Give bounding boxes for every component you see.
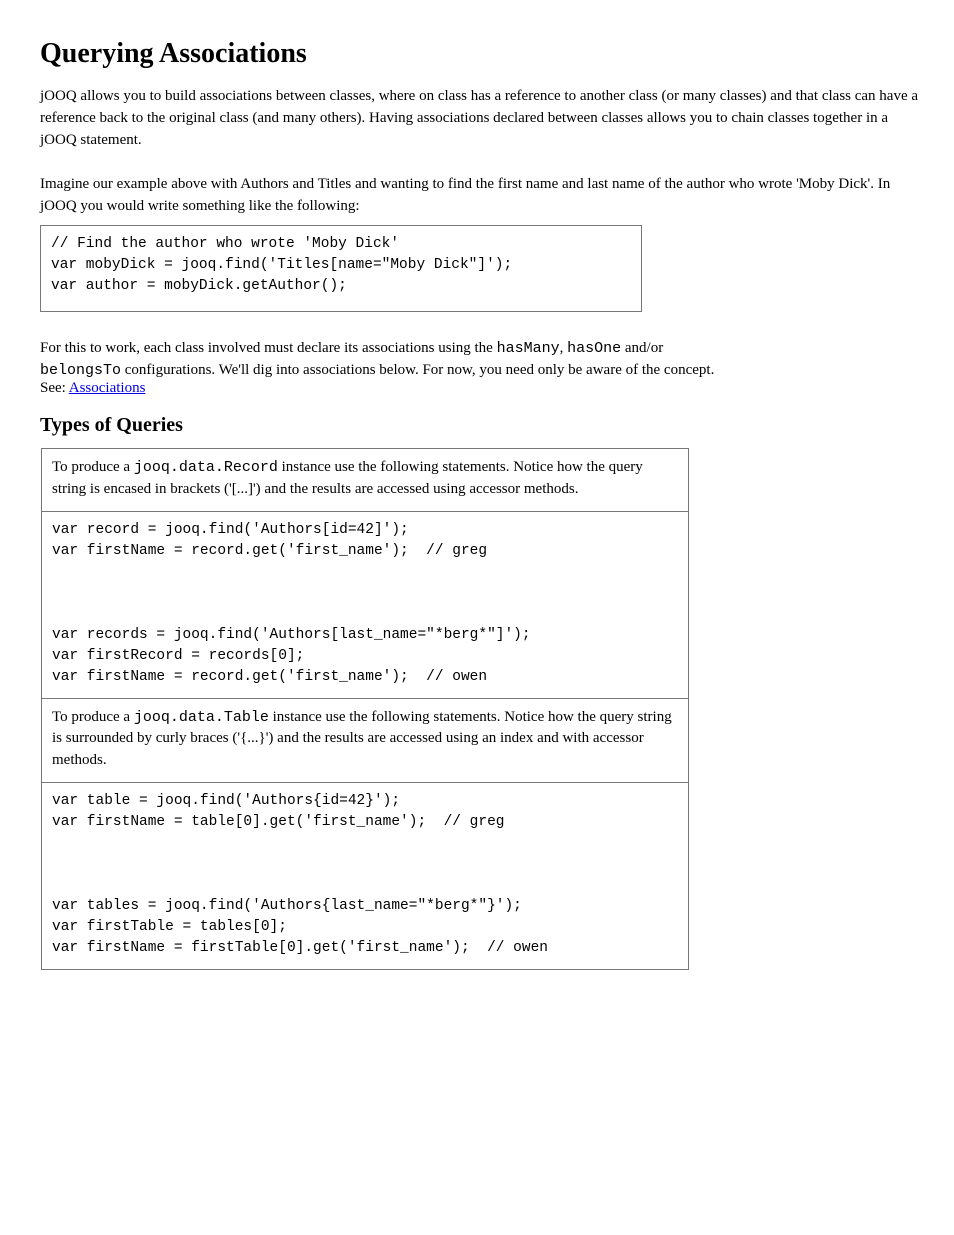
inline-code-hasmany: hasMany	[497, 340, 560, 357]
inline-code-hasone: hasOne	[567, 340, 621, 357]
row2-desc-pre: To produce a	[52, 709, 134, 725]
row1-code: var record = jooq.find('Authors[id=42]')…	[52, 520, 678, 688]
row2-code: var table = jooq.find('Authors{id=42}');…	[52, 791, 678, 959]
page-title: Querying Associations	[40, 38, 307, 70]
table-row: var record = jooq.find('Authors[id=42]')…	[42, 511, 689, 698]
explain-text-2: configurations. We'll dig into associati…	[121, 362, 714, 378]
row1-description-cell: To produce a jooq.data.Record instance u…	[42, 449, 689, 512]
table-row: To produce a jooq.data.Table instance us…	[42, 698, 689, 782]
row2-code-cell: var table = jooq.find('Authors{id=42}');…	[42, 782, 689, 969]
explain-line-1: For this to work, each class involved mu…	[40, 340, 663, 357]
explain-text-1b: ,	[560, 340, 568, 356]
code-top: // Find the author who wrote 'Moby Dick'…	[51, 234, 631, 297]
intro-paragraph-2: Imagine our example above with Authors a…	[40, 174, 920, 218]
row1-desc-pre: To produce a	[52, 459, 134, 475]
inline-code-belongsto: belongsTo	[40, 362, 121, 379]
types-heading: Types of Queries	[40, 414, 183, 437]
see-line: See: Associations	[40, 380, 145, 397]
associations-link[interactable]: Associations	[69, 380, 146, 396]
table-row: To produce a jooq.data.Record instance u…	[42, 449, 689, 512]
row2-desc-code: jooq.data.Table	[134, 709, 269, 726]
page: Querying Associations jOOQ allows you to…	[0, 0, 954, 1235]
row2-description-cell: To produce a jooq.data.Table instance us…	[42, 698, 689, 782]
explain-line-2: belongsTo configurations. We'll dig into…	[40, 362, 714, 379]
explain-text-1a: For this to work, each class involved mu…	[40, 340, 497, 356]
explain-text-1c: and/or	[621, 340, 663, 356]
row1-code-cell: var record = jooq.find('Authors[id=42]')…	[42, 511, 689, 698]
table-row: var table = jooq.find('Authors{id=42}');…	[42, 782, 689, 969]
query-types-table: To produce a jooq.data.Record instance u…	[41, 448, 689, 970]
row1-desc-code: jooq.data.Record	[134, 459, 278, 476]
code-box-top: // Find the author who wrote 'Moby Dick'…	[40, 225, 642, 312]
see-label: See:	[40, 380, 69, 396]
intro-paragraph-1: jOOQ allows you to build associations be…	[40, 86, 920, 151]
